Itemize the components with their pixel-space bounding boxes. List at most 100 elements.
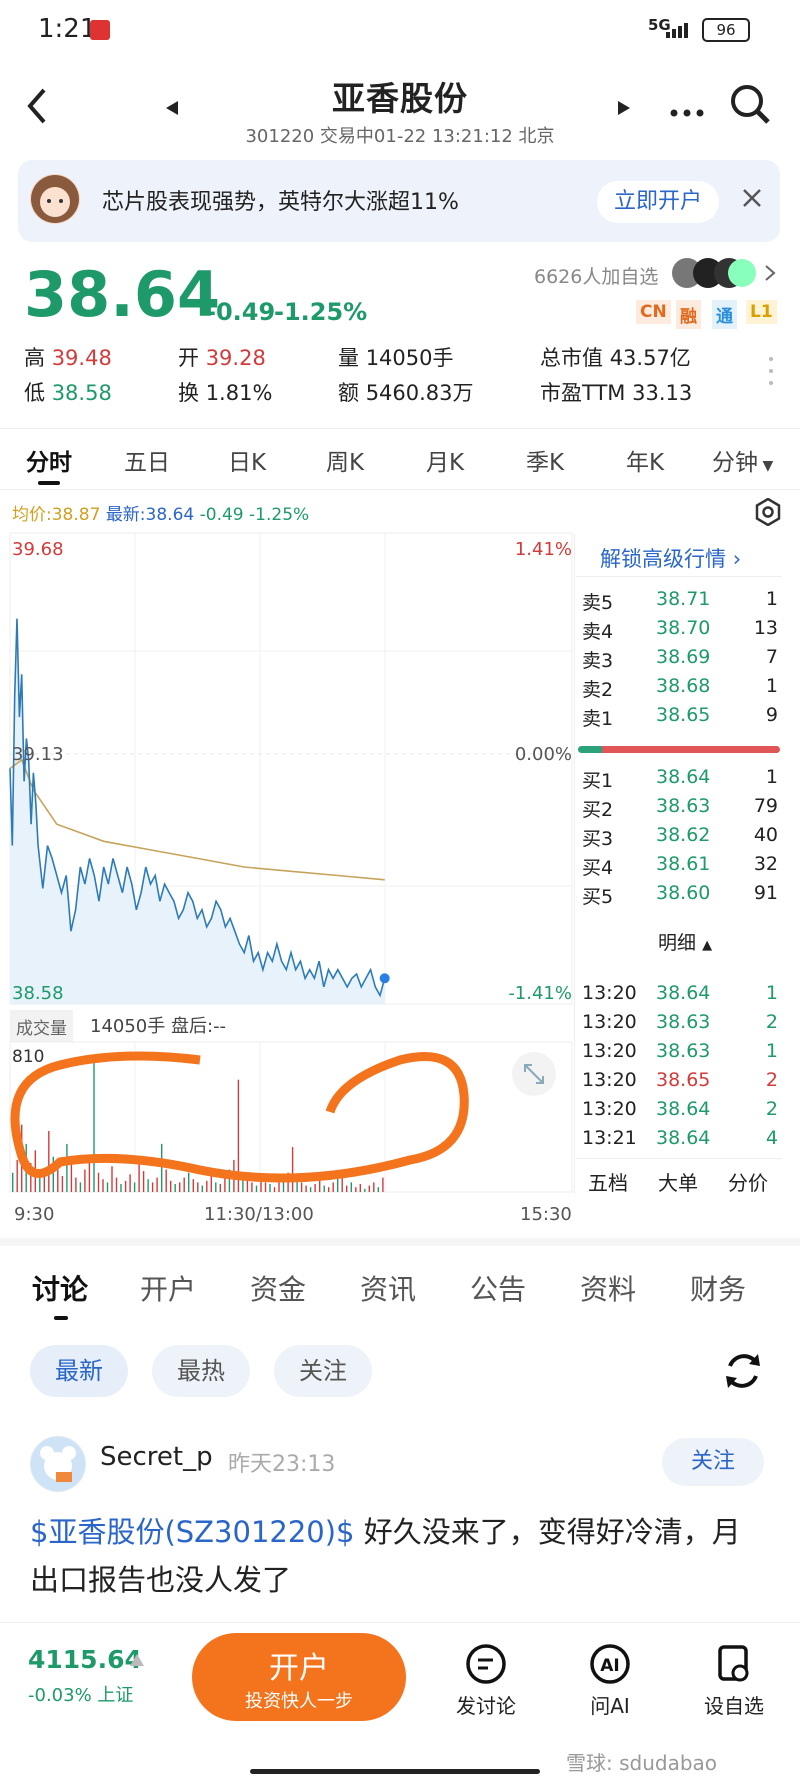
chevron-right-icon: › [732, 547, 742, 571]
detail-header[interactable]: 明细 ▲ [658, 928, 712, 955]
more-icon[interactable] [670, 102, 704, 121]
tab-price-distribution[interactable]: 分价 [728, 1167, 768, 1196]
more-vertical-icon[interactable] [768, 356, 774, 390]
volume-bar [269, 1184, 271, 1192]
quote-mcap: 总市值 43.57亿 [540, 342, 691, 372]
triangle-up-icon [130, 1651, 144, 1670]
volume-bar [16, 1159, 18, 1192]
row-volume: 1 [765, 1040, 778, 1062]
chevron-right-icon[interactable] [764, 264, 776, 286]
tab-yearly-k[interactable]: 年K [626, 443, 664, 477]
open-account-button[interactable]: 立即开户 [597, 181, 719, 223]
volume-bar [264, 1182, 267, 1192]
volume-bar [377, 1187, 379, 1192]
refresh-icon[interactable] [722, 1350, 764, 1396]
tab-funds[interactable]: 资金 [250, 1268, 306, 1308]
ask-ai-button[interactable]: AI 问AI [560, 1643, 660, 1719]
chart-settings-icon[interactable] [754, 497, 782, 530]
caret-up-icon: ▲ [702, 938, 713, 953]
tab-daily-k[interactable]: 日K [228, 443, 266, 477]
volume-chart[interactable]: 810 [0, 1040, 575, 1200]
row-price: 38.68 [656, 675, 711, 697]
row-price: 38.64 [656, 766, 711, 788]
buy-sell-ratio-bar [578, 746, 780, 753]
filter-following[interactable]: 关注 [274, 1345, 372, 1397]
open-account-main-button[interactable]: 开户 投资快人一步 [192, 1633, 406, 1721]
index-value[interactable]: 4115.64 [28, 1645, 142, 1674]
add-watchlist-button[interactable]: 设自选 [684, 1643, 784, 1719]
volume-bar [120, 1184, 122, 1192]
open-account-label: 开户 [269, 1651, 329, 1686]
promo-banner[interactable]: 芯片股表现强势，英特尔大涨超11% 立即开户 [18, 160, 780, 242]
amt-value: 5460.83万 [365, 381, 474, 405]
volume-max-label: 810 [12, 1047, 44, 1067]
unlock-advanced-link[interactable]: 解锁高级行情 › [600, 543, 741, 573]
post-username[interactable]: Secret_p [100, 1442, 213, 1472]
chat-icon [466, 1644, 506, 1684]
filter-hot[interactable]: 最热 [152, 1345, 250, 1397]
tab-announcements[interactable]: 公告 [470, 1268, 526, 1308]
next-stock-icon[interactable] [618, 100, 630, 119]
row-label: 卖1 [582, 708, 614, 730]
row-volume: 79 [753, 795, 778, 817]
volume-bar [75, 1177, 77, 1192]
bid-row: 买5 38.60 91 [574, 882, 782, 910]
svg-text:AI: AI [600, 1656, 619, 1676]
x-label-start: 9:30 [14, 1204, 55, 1225]
tab-discussion[interactable]: 讨论 [32, 1268, 88, 1308]
volume-bar [314, 1184, 316, 1192]
row-price: 38.65 [656, 1069, 711, 1091]
tab-open-account[interactable]: 开户 [140, 1268, 196, 1308]
tab-monthly-k[interactable]: 月K [426, 443, 464, 477]
post-discussion-button[interactable]: 发讨论 [436, 1643, 536, 1719]
detail-label: 明细 [658, 932, 697, 954]
row-label: 买2 [582, 799, 614, 821]
volume-bar [278, 1182, 280, 1192]
watchlist-icon [718, 1645, 749, 1682]
volume-bar [12, 1172, 14, 1192]
tab-weekly-k[interactable]: 周K [326, 443, 364, 477]
volume-bar [84, 1169, 86, 1192]
x-label-end: 15:30 [520, 1204, 572, 1225]
row-price: 38.62 [656, 824, 711, 846]
bid-row: 买3 38.62 40 [574, 824, 782, 852]
average-price-line [9, 758, 385, 881]
volume-bar [151, 1182, 154, 1192]
volume-bar [273, 1187, 276, 1192]
tab-financials[interactable]: 财务 [690, 1268, 746, 1308]
legend-change: -0.49 [199, 505, 244, 525]
avatar[interactable] [30, 1436, 86, 1492]
volume-bar [174, 1184, 176, 1192]
connect-badge: 通 [712, 300, 737, 329]
y-label-top: 39.68 [12, 539, 64, 560]
row-price: 38.65 [656, 704, 711, 726]
close-icon[interactable] [740, 186, 764, 214]
tab-five-day[interactable]: 五日 [124, 443, 170, 477]
tab-quarterly-k[interactable]: 季K [526, 443, 564, 477]
tab-minute[interactable]: 分钟 ▼ [712, 443, 773, 477]
volume-bar [328, 1187, 330, 1192]
stock-tag-link[interactable]: $亚香股份(SZ301220)$ [30, 1515, 355, 1549]
last-price: 38.64 [24, 258, 221, 331]
high-label: 高 [24, 346, 45, 370]
row-price: 38.64 [656, 1127, 711, 1149]
trade-status: 301220 交易中01-22 13:21:12 北京 [245, 126, 555, 147]
tab-news[interactable]: 资讯 [360, 1268, 416, 1308]
tab-intraday[interactable]: 分时 [26, 443, 72, 477]
filter-latest[interactable]: 最新 [30, 1345, 128, 1397]
volume-bar [215, 1182, 217, 1192]
row-label: 13:20 [582, 1069, 637, 1091]
search-icon[interactable] [728, 82, 772, 130]
follow-button[interactable]: 关注 [662, 1438, 764, 1486]
vol-label: 量 [338, 346, 359, 370]
quote-high: 高 39.48 [24, 342, 112, 372]
cn-badge: CN [636, 300, 671, 324]
signal-icon [666, 22, 696, 38]
intraday-chart[interactable]: 39.68 39.13 38.58 1.41% 0.00% -1.41% [0, 530, 575, 1010]
tab-five-levels[interactable]: 五档 [588, 1167, 628, 1196]
volume-bar [147, 1179, 149, 1192]
tab-profile[interactable]: 资料 [580, 1268, 636, 1308]
tab-large-orders[interactable]: 大单 [658, 1167, 698, 1196]
expand-icon[interactable] [512, 1052, 556, 1096]
quote-low: 低 38.58 [24, 377, 112, 407]
